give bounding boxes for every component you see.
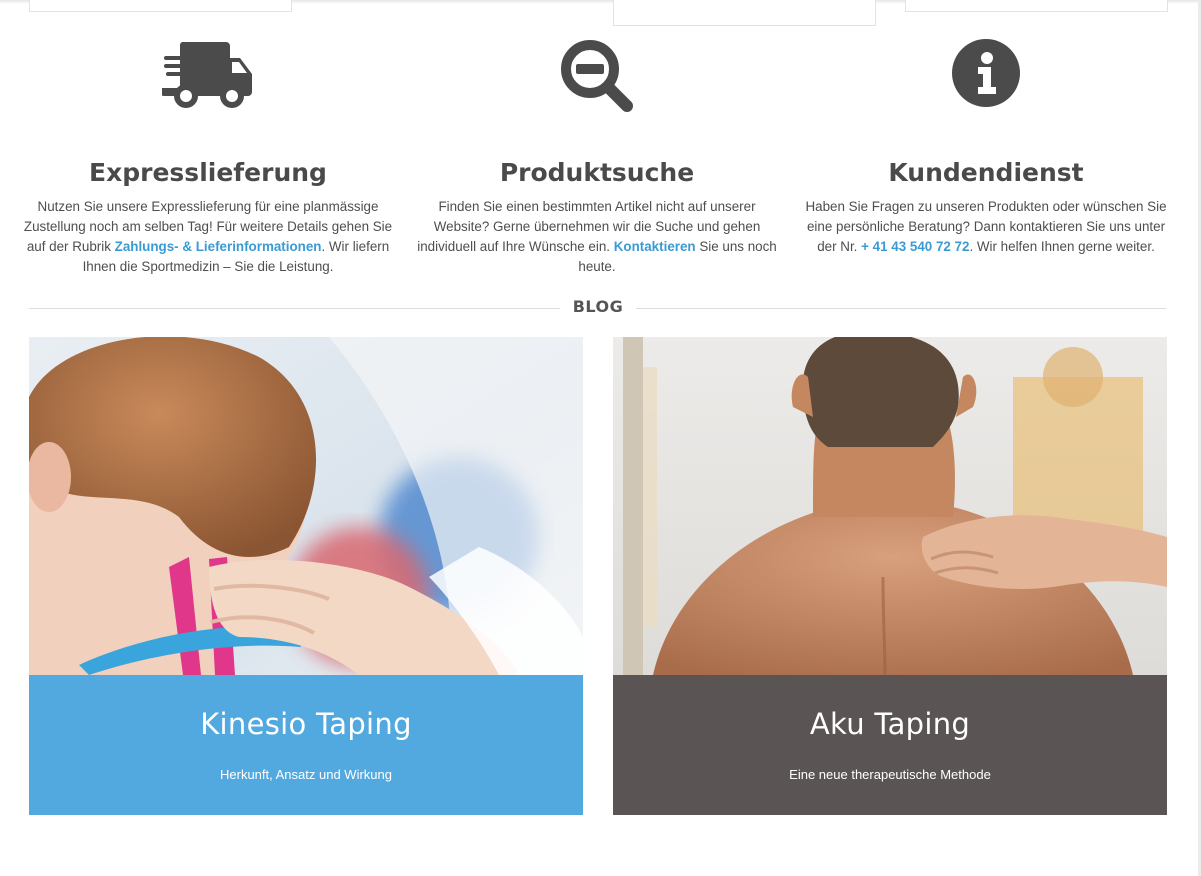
payment-delivery-info-link[interactable]: Zahlungs- & Lieferinformationen [115,239,322,254]
blog-post-subtitle: Eine neue therapeutische Methode [789,767,991,782]
cut-off-panel-left [29,0,292,12]
feature-title: Expresslieferung [89,158,327,187]
feature-description: Nutzen Sie unsere Expresslieferung für e… [23,199,393,274]
info-circle-icon [801,38,1171,118]
feature-title: Kundendienst [888,158,1084,187]
blog-card-caption: Aku Taping Eine neue therapeutische Meth… [613,675,1167,815]
feature-product-search: Produktsuche Finden Sie einen bestimmten… [412,38,782,277]
blog-post-subtitle: Herkunft, Ansatz und Wirkung [220,767,392,782]
delivery-truck-icon [23,38,393,118]
contact-link[interactable]: Kontaktieren [614,239,696,254]
blog-divider-right [636,308,1166,309]
feature-customer-service: Kundendienst Haben Sie Fragen zu unseren… [801,38,1171,257]
blog-card-aku-taping[interactable]: Aku Taping Eine neue therapeutische Meth… [613,337,1167,815]
feature-description: Haben Sie Fragen zu unseren Produkten od… [805,199,1167,254]
feature-title: Produktsuche [499,158,695,187]
cut-off-panel-middle [613,0,876,26]
phone-link[interactable]: + 41 43 540 72 72 [861,239,969,254]
blog-post-title[interactable]: Aku Taping [613,707,1167,741]
search-minus-icon [412,38,782,118]
blog-card-kinesio-taping[interactable]: Kinesio Taping Herkunft, Ansatz und Wirk… [29,337,583,815]
blog-post-title[interactable]: Kinesio Taping [29,707,583,741]
aku-taping-photo [613,337,1167,675]
feature-express-delivery: Expresslieferung Nutzen Sie unsere Expre… [23,38,393,277]
cut-off-panel-right [905,0,1168,12]
feature-description: Finden Sie einen bestimmten Artikel nich… [417,199,777,274]
blog-divider-left [29,308,560,309]
blog-heading: BLOG [572,297,624,316]
blog-card-caption: Kinesio Taping Herkunft, Ansatz und Wirk… [29,675,583,815]
kinesio-taping-photo [29,337,583,675]
